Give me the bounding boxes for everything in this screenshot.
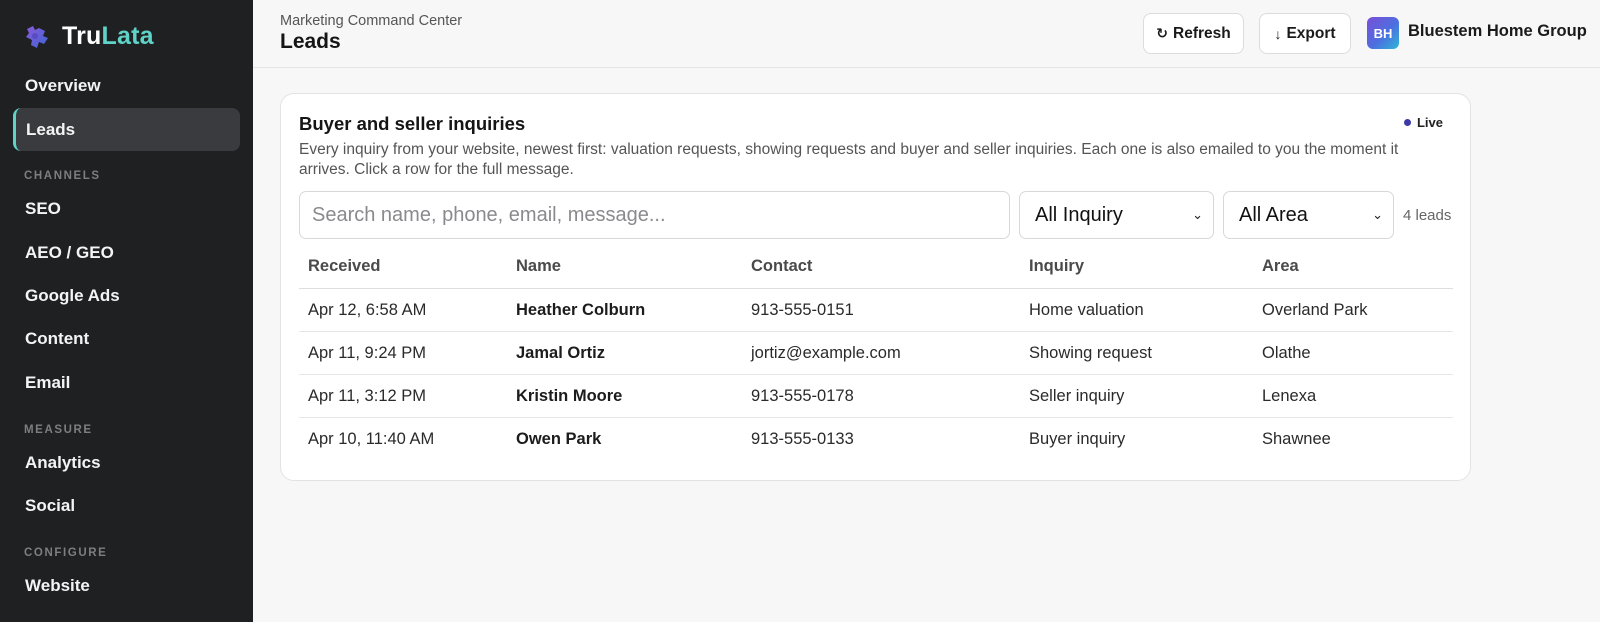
cell-name: Owen Park [516, 430, 602, 448]
sidebar-item-analytics[interactable]: Analytics [13, 441, 240, 484]
refresh-button[interactable]: ↻ Refresh [1143, 13, 1244, 54]
table-row[interactable]: Apr 10, 11:40 AM Owen Park 913-555-0133 … [299, 418, 1453, 461]
cell-inquiry: Buyer inquiry [1029, 430, 1126, 448]
sidebar-item-label: Leads [26, 119, 76, 139]
column-header-received[interactable]: Received [308, 245, 380, 288]
sidebar-item-label: Google Ads [25, 285, 120, 305]
cell-contact: jortiz@example.com [751, 343, 901, 362]
cell-contact: 913-555-0178 [751, 386, 854, 405]
card-title: Buyer and seller inquiries [299, 113, 526, 134]
sidebar-item-content[interactable]: Content [13, 317, 240, 360]
cell-inquiry: Seller inquiry [1029, 386, 1125, 405]
column-header-area[interactable]: Area [1262, 245, 1299, 288]
sidebar-item-email[interactable]: Email [13, 361, 240, 404]
area-filter-select[interactable]: All Area ⌄ [1223, 191, 1394, 239]
brand-name-part2: Lata [101, 22, 154, 50]
brand-name-part1: Tru [62, 22, 102, 50]
cell-name: Heather Colburn [516, 300, 646, 319]
leads-table: Received Name Contact Inquiry Area Apr 1… [299, 245, 1453, 461]
sidebar-item-website[interactable]: Website [13, 564, 240, 607]
sidebar-section-channels: CHANNELS [24, 170, 101, 182]
sidebar-item-label: SEO [25, 198, 61, 218]
sidebar: TruLata Overview Leads CHANNELS SEO AEO … [0, 0, 253, 622]
live-label: Live [1416, 115, 1443, 130]
org-name[interactable]: Bluestem Home Group [1408, 22, 1587, 41]
cell-received: Apr 11, 3:12 PM [308, 386, 427, 405]
live-indicator: Live [1403, 115, 1443, 130]
page-title: Leads [280, 30, 341, 53]
cell-name: Jamal Ortiz [516, 343, 605, 362]
cell-inquiry: Home valuation [1029, 300, 1144, 319]
cell-inquiry: Showing request [1029, 343, 1152, 362]
cell-area: Overland Park [1262, 300, 1368, 319]
refresh-icon: ↻ [1156, 25, 1168, 41]
chevron-down-icon: ⌄ [1192, 207, 1203, 222]
refresh-button-label: Refresh [1173, 24, 1231, 42]
avatar[interactable]: BH [1367, 17, 1399, 49]
export-button[interactable]: ↓ Export [1259, 13, 1351, 54]
cell-area: Shawnee [1262, 430, 1331, 448]
puzzle-logo-icon [26, 25, 48, 48]
cell-received: Apr 12, 6:58 AM [308, 300, 427, 319]
sidebar-item-overview[interactable]: Overview [13, 64, 240, 107]
card-description: Every inquiry from your website, newest … [299, 141, 1399, 178]
sidebar-item-label: Website [25, 575, 90, 595]
table-row[interactable]: Apr 11, 3:12 PM Kristin Moore 913-555-01… [299, 375, 1453, 418]
sidebar-item-leads[interactable]: Leads [13, 108, 240, 151]
sidebar-item-label: Analytics [25, 452, 101, 472]
cell-contact: 913-555-0133 [751, 430, 854, 448]
sidebar-item-aeo-geo[interactable]: AEO / GEO [13, 231, 240, 274]
search-input[interactable] [299, 191, 1010, 239]
area-filter-value: All Area [1239, 203, 1308, 226]
inquiry-filter-select[interactable]: All Inquiry ⌄ [1019, 191, 1214, 239]
export-button-label: Export [1286, 24, 1336, 42]
cell-name: Kristin Moore [516, 386, 623, 405]
column-header-name[interactable]: Name [516, 245, 561, 288]
sidebar-item-label: Content [25, 328, 90, 348]
sidebar-section-configure: CONFIGURE [24, 547, 108, 559]
table-header-row: Received Name Contact Inquiry Area [299, 245, 1453, 289]
sidebar-item-social[interactable]: Social [13, 484, 240, 527]
cell-received: Apr 10, 11:40 AM [308, 430, 435, 448]
brand[interactable]: TruLata [23, 22, 154, 51]
cell-area: Lenexa [1262, 386, 1317, 405]
sidebar-section-measure: MEASURE [24, 424, 93, 436]
sidebar-item-google-ads[interactable]: Google Ads [13, 274, 240, 317]
cell-contact: 913-555-0151 [751, 300, 854, 319]
breadcrumb: Marketing Command Center [280, 13, 463, 29]
cell-received: Apr 11, 9:24 PM [308, 343, 427, 362]
lead-count: 4 leads [1403, 207, 1452, 224]
column-header-inquiry[interactable]: Inquiry [1029, 245, 1084, 288]
sidebar-item-label: AEO / GEO [25, 242, 114, 262]
sidebar-item-label: Overview [25, 75, 101, 95]
leads-card: Buyer and seller inquiries Live Every in… [280, 93, 1471, 481]
arrow-down-icon: ↓ [1274, 25, 1282, 42]
table-row[interactable]: Apr 12, 6:58 AM Heather Colburn 913-555-… [299, 289, 1453, 332]
column-header-contact[interactable]: Contact [751, 245, 812, 288]
chevron-down-icon: ⌄ [1372, 207, 1383, 222]
sidebar-item-label: Email [25, 372, 71, 392]
live-dot-icon [1403, 119, 1411, 126]
sidebar-item-seo[interactable]: SEO [13, 187, 240, 230]
top-bar: Marketing Command Center Leads ↻ Refresh… [253, 0, 1600, 68]
cell-area: Olathe [1262, 343, 1311, 362]
inquiry-filter-value: All Inquiry [1035, 203, 1123, 226]
sidebar-item-label: Social [25, 495, 76, 515]
table-row[interactable]: Apr 11, 9:24 PM Jamal Ortiz jortiz@examp… [299, 332, 1453, 375]
